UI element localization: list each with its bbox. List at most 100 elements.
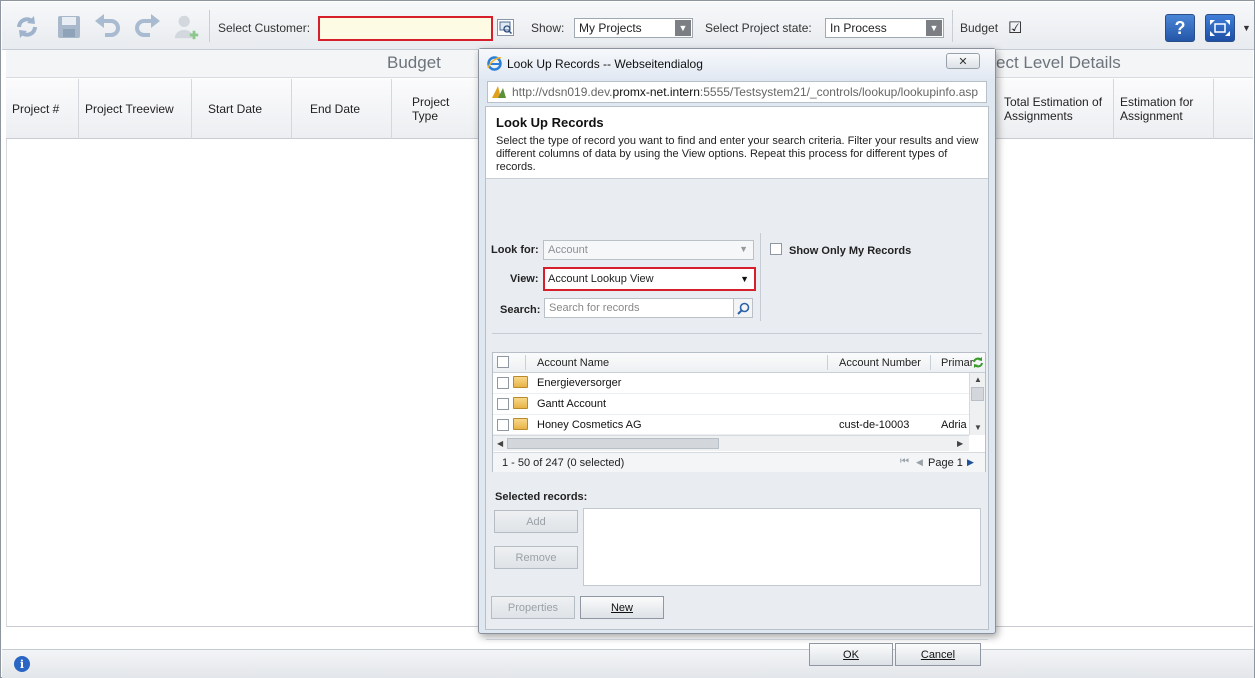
row-checkbox[interactable] [497,398,509,410]
dialog-content: Look Up Records Select the type of recor… [485,106,989,666]
cancel-button[interactable]: Cancel [895,643,981,666]
primary-contact: Adria [941,419,967,431]
scroll-down-icon[interactable]: ▼ [974,423,982,432]
search-placeholder: Search for records [549,302,640,314]
show-label: Show: [531,21,565,35]
remove-button[interactable]: Remove [494,546,578,569]
search-input[interactable]: Search for records [544,298,734,318]
ok-button[interactable]: OK [809,643,893,666]
add-button[interactable]: Add [494,510,578,533]
vertical-scrollbar[interactable]: ▲ ▼ [969,373,985,435]
expand-icon [1210,20,1230,36]
row-checkbox[interactable] [497,419,509,431]
first-page-icon[interactable]: ⏮ [900,456,909,467]
refresh-icon [973,357,983,368]
url-host: promx-net.intern [612,85,700,99]
column-header[interactable]: Estimation for Assignment [1114,79,1214,139]
caret-down-icon[interactable]: ▼ [1242,23,1251,33]
budget-label: Budget [960,21,999,35]
look-for-label: Look for: [491,244,539,256]
search-button[interactable] [733,298,753,318]
view-select[interactable]: Account Lookup View ▼ [543,267,756,291]
dialog-title: Look Up Records -- Webseitendialog [507,57,703,71]
ie-icon [487,56,502,71]
folder-icon [513,376,528,388]
project-state-value: In Process [830,21,887,35]
records-grid: Account Name Account Number Primar Energ… [492,352,986,472]
redo-icon[interactable] [133,12,163,42]
column-header[interactable]: Primar [941,357,973,369]
previous-page-icon[interactable]: ◀ [916,457,923,468]
account-name: Energieversorger [537,377,622,389]
save-icon[interactable] [54,12,84,42]
chevron-down-icon: ▼ [739,244,748,254]
toolbar: Select Customer: Show: My Projects ▼ Sel… [2,2,1254,50]
scroll-right-icon[interactable]: ▶ [957,439,963,448]
column-header[interactable]: End Date [292,79,392,139]
info-icon[interactable]: i [14,656,30,672]
column-header[interactable]: Project Type [392,79,478,139]
help-button[interactable]: ? [1165,14,1195,42]
status-bar: i [2,649,1254,678]
record-row[interactable]: Energieversorger [493,373,969,394]
dynamics-logo-icon [492,86,506,98]
horizontal-scrollbar[interactable]: ◀ ▶ [493,435,969,451]
chevron-down-icon: ▼ [926,20,942,36]
column-header[interactable]: Account Name [537,357,609,369]
column-header[interactable]: Account Number [839,357,921,369]
show-select[interactable]: My Projects ▼ [574,18,693,38]
select-all-checkbox[interactable] [497,356,509,368]
details-section-title: ect Level Details [996,53,1121,72]
toolbar-separator [952,10,953,42]
chevron-down-icon: ▼ [675,20,691,36]
scroll-left-icon[interactable]: ◀ [497,439,503,448]
project-state-select[interactable]: In Process ▼ [825,18,944,38]
budget-section-title: Budget [387,53,441,72]
chevron-down-icon: ▼ [740,274,749,284]
page-label: Page 1 [928,457,963,469]
show-only-mine-checkbox[interactable] [770,243,782,255]
app-window: Select Customer: Show: My Projects ▼ Sel… [0,0,1255,678]
budget-section-header: Budget [6,50,478,78]
new-button[interactable]: New [580,596,664,619]
dialog-description: Select the type of record you want to fi… [496,135,979,173]
budget-checkbox[interactable]: ☑ [1008,18,1022,38]
account-number: cust-de-10003 [839,419,910,431]
add-user-icon[interactable] [172,12,202,42]
scroll-thumb[interactable] [507,438,719,449]
selected-records-list[interactable] [583,508,981,586]
column-header[interactable]: Project # [6,79,79,139]
details-section-header: ect Level Details [996,50,1253,78]
close-button[interactable]: ✕ [946,53,980,69]
view-label: View: [510,273,539,285]
next-page-icon[interactable]: ▶ [967,457,974,468]
search-icon [736,302,749,315]
dialog-address-bar: http://vdsn019.dev.promx-net.intern:5555… [487,81,987,103]
row-checkbox[interactable] [497,377,509,389]
customer-lookup-button[interactable] [497,19,514,36]
undo-icon[interactable] [92,12,122,42]
column-header[interactable]: Start Date [192,79,292,139]
refresh-icon[interactable] [12,12,42,42]
look-for-select[interactable]: Account ▼ [543,240,754,260]
form-divider [492,333,982,334]
fullscreen-button[interactable] [1205,14,1235,42]
project-state-label: Select Project state: [705,21,812,35]
column-header[interactable]: Total Estimation of Assignments [996,79,1114,139]
column-header-row: Project # Project Treeview Start Date En… [6,79,478,139]
help-icon: ? [1174,17,1186,38]
selected-records-label: Selected records: [495,491,588,503]
paging-bar: 1 - 50 of 247 (0 selected) ⏮ ◀ Page 1 ▶ [493,452,985,472]
look-for-value: Account [548,244,588,256]
url-prefix: http://vdsn019.dev. [512,85,613,99]
customer-input[interactable] [318,16,493,41]
properties-button[interactable]: Properties [491,596,575,619]
scroll-thumb[interactable] [971,387,984,401]
scroll-up-icon[interactable]: ▲ [974,375,982,384]
folder-icon [513,397,528,409]
column-header[interactable]: Project Treeview [79,79,192,139]
select-customer-label: Select Customer: [218,21,311,35]
record-row[interactable]: Honey Cosmetics AG cust-de-10003 Adria [493,415,969,435]
account-name: Honey Cosmetics AG [537,419,642,431]
record-row[interactable]: Gantt Account [493,394,969,415]
